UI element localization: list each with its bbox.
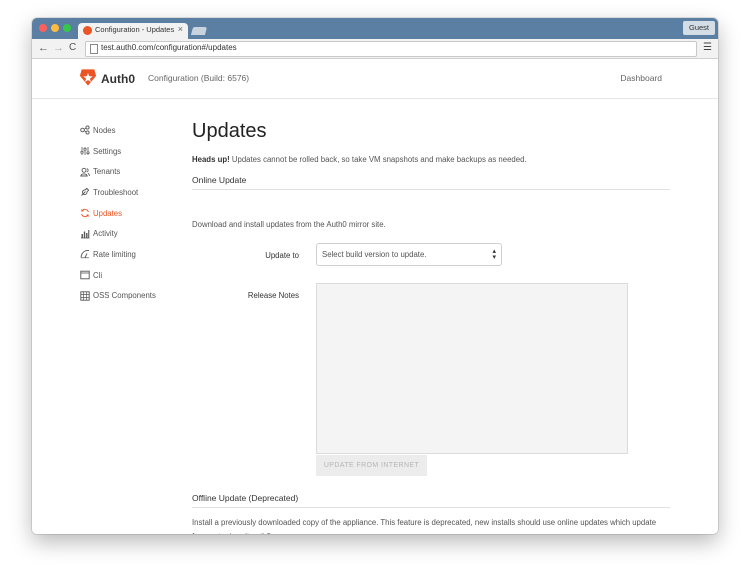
tenants-icon [80,167,90,177]
select-placeholder: Select build version to update. [322,250,427,259]
sidebar-item-label: Rate limiting [93,249,136,259]
sidebar-item-troubleshoot[interactable]: Troubleshoot [80,182,180,203]
brand-name: Auth0 [101,72,135,86]
release-notes-textarea[interactable] [316,283,628,454]
page-content: Auth0 Configuration (Build: 6576) Dashbo… [32,59,718,534]
sidebar-item-activity[interactable]: Activity [80,223,180,244]
sidebar-item-rate-limiting[interactable]: Rate limiting [80,244,180,265]
reload-icon[interactable]: C [69,41,76,55]
warning-text: Updates cannot be rolled back, so take V… [229,155,527,164]
sidebar-item-label: Updates [93,208,123,218]
update-to-label: Update to [265,251,299,260]
settings-icon [80,146,90,156]
online-update-description: Download and install updates from the Au… [192,220,386,229]
new-tab-button[interactable] [190,27,208,35]
wrench-icon [80,187,90,197]
online-update-heading: Online Update [192,175,670,190]
sidebar-item-settings[interactable]: Settings [80,141,180,162]
sidebar-item-label: Settings [93,146,122,156]
guest-profile-button[interactable]: Guest [682,21,715,35]
forward-icon[interactable]: → [53,41,64,55]
warning-strong: Heads up! [192,155,230,164]
sidebar-item-label: Troubleshoot [93,187,139,197]
maximize-window-button[interactable] [63,24,71,32]
menu-icon[interactable]: ☰ [703,42,712,53]
offline-update-heading: Offline Update (Deprecated) [192,493,670,508]
page-icon [90,44,98,54]
back-icon[interactable]: ← [38,41,49,55]
site-header: Auth0 Configuration (Build: 6576) Dashbo… [32,59,718,99]
sidebar-item-nodes[interactable]: Nodes [80,120,180,141]
warning-message: Heads up! Updates cannot be rolled back,… [192,155,527,164]
close-window-button[interactable] [39,24,47,32]
auth0-favicon-icon [83,26,92,35]
rate-limiting-icon [80,249,90,259]
sidebar-item-label: Cli [93,270,103,280]
auth0-logo-icon [79,69,97,86]
url-text: test.auth0.com/configuration#/updates [101,43,237,52]
address-bar[interactable]: test.auth0.com/configuration#/updates [85,41,697,57]
refresh-icon [80,208,90,218]
sidebar-item-cli[interactable]: Cli [80,265,180,286]
browser-toolbar: ← → C test.auth0.com/configuration#/upda… [32,39,718,59]
activity-icon [80,229,90,239]
dashboard-link[interactable]: Dashboard [620,73,662,83]
build-version-select[interactable]: Select build version to update. ▴ ▾ [316,243,502,266]
sidebar-item-tenants[interactable]: Tenants [80,161,180,182]
sidebar-item-oss-components[interactable]: OSS Components [80,286,180,307]
release-notes-label: Release Notes [247,291,299,300]
browser-window: Configuration - Updates × Guest ← → C te… [32,18,718,534]
build-label: Configuration (Build: 6576) [148,73,250,83]
tab-bar: Configuration - Updates × Guest [32,18,718,39]
sidebar-item-label: OSS Components [93,291,156,301]
nodes-icon [80,125,90,135]
minimize-window-button[interactable] [51,24,59,32]
tab-title: Configuration - Updates [95,25,175,34]
terminal-icon [80,270,90,280]
main-content: Updates Heads up! Updates cannot be roll… [192,119,672,534]
sidebar-nav: Nodes Settings Tenants Troubleshoot Upda… [80,120,180,306]
sidebar-item-label: Tenants [93,167,121,177]
sidebar-item-label: Nodes [93,125,116,135]
page-title: Updates [192,120,267,142]
update-from-internet-button[interactable]: UPDATE FROM INTERNET [316,455,427,476]
sidebar-item-label: Activity [93,229,118,239]
offline-update-description: Install a previously downloaded copy of … [192,518,657,534]
oss-icon [80,291,90,301]
tab-close-icon[interactable]: × [178,24,183,34]
browser-tab[interactable]: Configuration - Updates × [78,23,188,39]
select-arrows-icon: ▴ ▾ [492,248,496,261]
sidebar-item-updates[interactable]: Updates [80,203,180,224]
